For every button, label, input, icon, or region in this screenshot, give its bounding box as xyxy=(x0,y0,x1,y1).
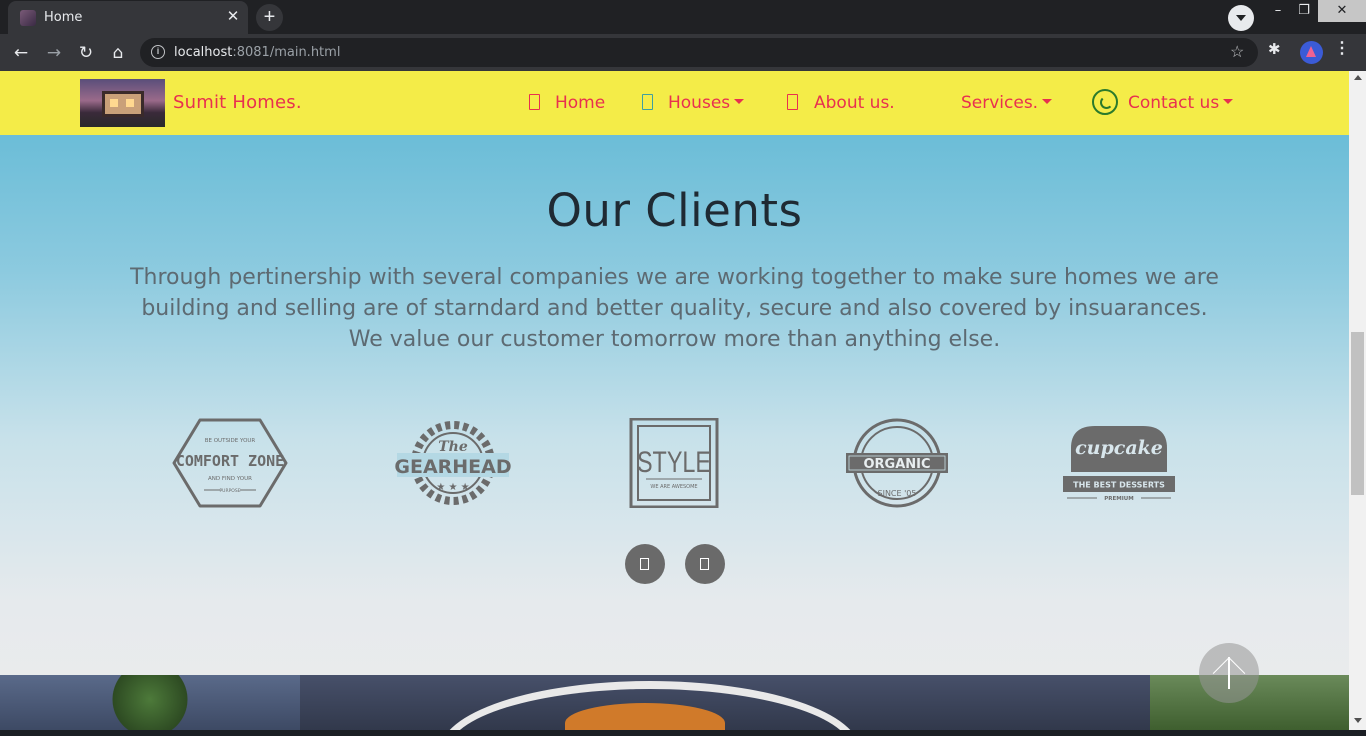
carousel-next-button[interactable] xyxy=(685,544,725,584)
browser-tabstrip: Home ✕ + – ❐ ✕ xyxy=(0,0,1366,34)
style-main-text: STYLE xyxy=(637,445,711,478)
chevron-down-icon xyxy=(1042,99,1053,104)
url-host: localhost xyxy=(174,45,233,60)
comfort-zone-logo: BE OUTSIDE YOUR COMFORT ZONE AND FIND YO… xyxy=(172,418,288,508)
nav-contact[interactable]: Contact us xyxy=(1128,93,1234,113)
tab-search-icon[interactable] xyxy=(1228,5,1254,31)
tab-favicon xyxy=(20,10,36,26)
cupcake-main-text: cupcake xyxy=(1075,437,1163,459)
home-icon[interactable]: ⌂ xyxy=(105,40,131,66)
url-path: :8081/main.html xyxy=(232,45,341,60)
gearhead-logo: The GEARHEAD ★ ★ ★ xyxy=(395,418,511,508)
organic-main-text: ORGANIC xyxy=(863,457,930,472)
extensions-icon[interactable]: ✱ xyxy=(1268,40,1281,58)
page-viewport: Sumit Homes. Home Houses About us. Servi… xyxy=(0,71,1349,736)
scroll-up-arrow-icon[interactable] xyxy=(1354,75,1362,80)
nav-about-label: About us. xyxy=(814,93,895,113)
style-logo: STYLE WE ARE AWESOME xyxy=(616,418,732,508)
hero-image xyxy=(0,675,1349,736)
site-navbar: Sumit Homes. Home Houses About us. Servi… xyxy=(0,71,1349,135)
browser-toolbar: ← → ↻ ⌂ i localhost:8081/main.html ☆ xyxy=(0,34,1366,71)
gearhead-main-text: GEARHEAD xyxy=(395,456,511,478)
house-icon xyxy=(642,94,653,110)
section-description: Through pertinership with several compan… xyxy=(130,265,1219,352)
nav-houses-label: Houses xyxy=(668,93,731,113)
cupcake-sub-text: THE BEST DESSERTS xyxy=(1073,481,1165,490)
carousel-prev-button[interactable] xyxy=(625,544,665,584)
back-icon[interactable]: ← xyxy=(8,40,34,66)
browser-tab[interactable]: Home ✕ xyxy=(8,1,248,34)
info-icon xyxy=(787,94,798,110)
close-icon[interactable]: ✕ xyxy=(224,8,242,26)
info-icon[interactable]: i xyxy=(151,45,165,59)
tab-title: Home xyxy=(44,10,83,25)
address-bar[interactable]: i localhost:8081/main.html ☆ xyxy=(140,38,1258,67)
url-text[interactable]: localhost:8081/main.html xyxy=(174,45,340,60)
reload-icon[interactable]: ↻ xyxy=(73,40,99,66)
nav-houses[interactable]: Houses xyxy=(668,93,745,113)
menu-icon[interactable]: ⋮ xyxy=(1334,40,1350,58)
os-taskbar xyxy=(0,730,1366,736)
new-tab-button[interactable]: + xyxy=(256,4,283,31)
organic-logo: ORGANIC SINCE '05 xyxy=(839,418,955,508)
forward-icon[interactable]: → xyxy=(41,40,67,66)
gearhead-top-text: The xyxy=(438,439,468,455)
nav-services[interactable]: Services. xyxy=(961,93,1053,113)
bookmark-star-icon[interactable]: ☆ xyxy=(1230,42,1244,62)
brand-name[interactable]: Sumit Homes. xyxy=(173,92,302,113)
nav-home[interactable]: Home xyxy=(555,93,605,113)
nav-home-label: Home xyxy=(555,93,606,113)
comfort-zone-main-text: COMFORT ZONE xyxy=(176,452,284,470)
whatsapp-icon[interactable] xyxy=(1092,89,1118,115)
profile-avatar[interactable] xyxy=(1300,41,1323,64)
cupcake-logo: cupcake THE BEST DESSERTS PREMIUM xyxy=(1061,418,1177,508)
style-sub-text: WE ARE AWESOME xyxy=(650,484,697,490)
chevron-down-icon xyxy=(734,99,745,104)
scroll-to-top-button[interactable] xyxy=(1199,643,1259,703)
page-scrollbar[interactable] xyxy=(1349,71,1366,736)
home-icon xyxy=(529,94,540,110)
nav-about[interactable]: About us. xyxy=(814,93,895,113)
cupcake-tiny-text: PREMIUM xyxy=(1104,496,1133,502)
brand-logo-image[interactable] xyxy=(80,79,165,127)
scrollbar-thumb[interactable] xyxy=(1351,332,1364,495)
window-close-button[interactable]: ✕ xyxy=(1318,0,1366,22)
nav-services-label: Services. xyxy=(961,93,1039,113)
comfort-zone-top-text: BE OUTSIDE YOUR xyxy=(205,438,256,444)
section-title: Our Clients xyxy=(546,184,803,237)
comfort-zone-sub-text: AND FIND YOUR xyxy=(208,476,252,482)
scroll-down-arrow-icon[interactable] xyxy=(1354,718,1362,723)
svg-text:★ ★ ★: ★ ★ ★ xyxy=(436,482,469,493)
organic-sub-text: SINCE '05 xyxy=(878,489,917,498)
comfort-zone-tiny-text: PURPOSE xyxy=(219,488,240,494)
nav-contact-label: Contact us xyxy=(1128,93,1220,113)
chevron-down-icon xyxy=(1223,99,1234,104)
